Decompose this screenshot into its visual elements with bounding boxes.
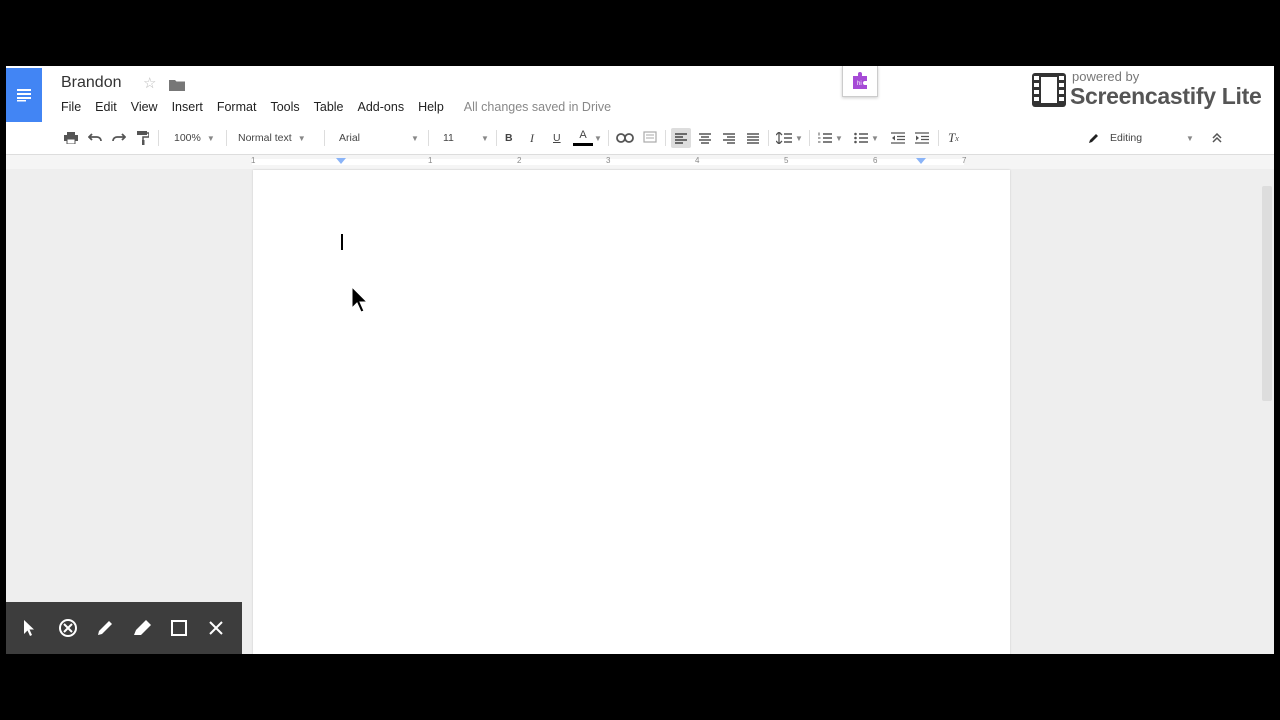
numbered-list-icon[interactable]: ▼ [818,128,843,148]
left-indent-marker[interactable] [336,158,346,166]
decrease-indent-icon[interactable] [891,128,905,148]
annotation-toolbar [6,602,242,654]
menu-addons[interactable]: Add-ons [358,100,405,114]
comment-icon[interactable] [643,128,657,148]
text-caret [341,234,343,250]
close-icon[interactable] [204,616,228,640]
menu-bar: File Edit View Insert Format Tools Table… [61,100,625,114]
pointer-icon[interactable] [18,616,42,640]
docs-menu-icon[interactable] [6,68,42,122]
menu-help[interactable]: Help [418,100,444,114]
mode-select[interactable]: Editing ▼ [1088,128,1194,148]
undo-icon[interactable] [88,128,102,148]
eraser-icon[interactable] [56,616,80,640]
menu-table[interactable]: Table [314,100,344,114]
menu-view[interactable]: View [131,100,158,114]
vertical-scrollbar[interactable] [1262,186,1272,401]
extension-puzzle-icon[interactable]: hi [842,66,878,97]
browser-viewport: Brandon ☆ File Edit View Insert Format T… [6,66,1274,654]
align-right-icon[interactable] [723,128,735,148]
highlighter-icon[interactable] [130,616,154,640]
docs-header: Brandon ☆ File Edit View Insert Format T… [6,66,1274,122]
clear-formatting-icon[interactable]: Tx [948,128,959,148]
save-status[interactable]: All changes saved in Drive [464,100,611,114]
underline-button[interactable]: U [553,128,561,148]
line-spacing-icon[interactable]: ▼ [776,128,803,148]
collapse-icon[interactable] [1212,128,1222,148]
print-icon[interactable] [64,128,78,148]
font-value: Arial [339,132,361,144]
redo-icon[interactable] [112,128,126,148]
menu-tools[interactable]: Tools [270,100,299,114]
align-justify-icon[interactable] [747,128,759,148]
document-title[interactable]: Brandon [61,74,122,92]
text-color-label: A [579,129,587,141]
font-size-value: 11 [443,132,454,144]
increase-indent-icon[interactable] [915,128,929,148]
ruler[interactable]: 1 1 2 3 4 5 6 7 [6,155,1274,169]
pen-icon[interactable] [93,616,117,640]
menu-edit[interactable]: Edit [95,100,117,114]
font-select[interactable]: Arial ▼ [339,128,419,148]
svg-text:hi: hi [857,81,862,87]
ruler-label: 3 [606,156,611,165]
star-icon[interactable]: ☆ [143,74,156,92]
style-value: Normal text [238,132,292,144]
pencil-icon [1089,134,1098,143]
film-icon [1032,73,1066,107]
folder-icon[interactable] [169,78,185,96]
ruler-label: 1 [428,156,433,165]
zoom-select[interactable]: 100% ▼ [174,128,215,148]
document-page[interactable] [253,170,1010,654]
formatting-toolbar: 100% ▼ Normal text ▼ Arial ▼ 11 ▼ B I U A ▼ [6,122,1274,155]
menu-file[interactable]: File [61,100,81,114]
ruler-label: 5 [784,156,789,165]
zoom-value: 100% [174,132,201,144]
ruler-label: 4 [695,156,700,165]
ruler-label: 2 [517,156,522,165]
mode-value: Editing [1110,132,1143,144]
powered-by-label: powered by [1072,69,1140,84]
style-select[interactable]: Normal text ▼ [238,128,306,148]
bold-button[interactable]: B [505,128,513,148]
italic-button[interactable]: I [530,128,534,148]
screencastify-watermark: powered by Screencastify Lite [1030,69,1274,117]
rectangle-icon[interactable] [167,616,191,640]
ruler-label: 6 [873,156,878,165]
text-color-button[interactable]: A [573,128,593,148]
brand-label: Screencastify Lite [1070,83,1262,109]
ruler-label: 1 [251,156,256,165]
link-icon[interactable] [616,128,634,148]
ruler-label: 7 [962,156,967,165]
paint-format-icon[interactable] [137,128,149,148]
menu-insert[interactable]: Insert [172,100,203,114]
mouse-pointer-icon [351,286,369,313]
right-indent-marker[interactable] [916,158,926,166]
align-center-icon[interactable] [699,128,711,148]
menu-format[interactable]: Format [217,100,257,114]
align-left-icon[interactable] [671,128,691,148]
font-size-select[interactable]: 11 ▼ [443,128,489,148]
text-color-swatch [573,143,593,146]
bulleted-list-icon[interactable]: ▼ [854,128,879,148]
